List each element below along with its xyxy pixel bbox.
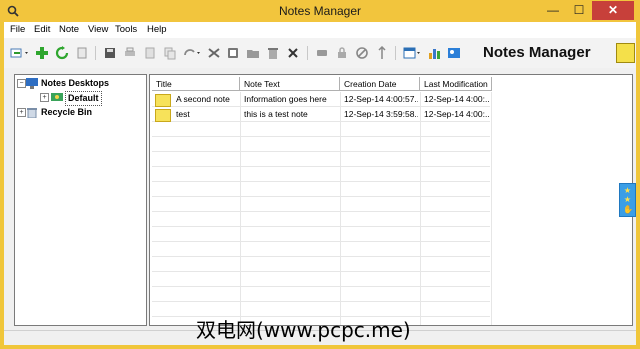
toolbar: Notes Manager: [4, 38, 636, 69]
table-cell-modified[interactable]: 12-Sep-14 4:00:...: [424, 107, 490, 121]
menu-bar: File Edit Note View Tools Help: [4, 22, 636, 38]
print-icon[interactable]: [123, 46, 137, 60]
client-area: − Notes Desktops + Default + Recycle Bin…: [4, 68, 636, 330]
desktop-icon: [26, 78, 38, 89]
copy-icon[interactable]: [75, 46, 89, 60]
desktop-tree: − Notes Desktops + Default + Recycle Bin: [14, 74, 147, 326]
add-note-icon[interactable]: [35, 46, 49, 60]
grid-line: [152, 301, 490, 302]
grid-line: [152, 136, 490, 137]
tree-expand-toggle-recycle[interactable]: +: [17, 108, 26, 117]
tree-item-default[interactable]: Default: [65, 91, 102, 106]
paste-icon[interactable]: [143, 46, 157, 60]
grid-line: [240, 92, 241, 325]
grid-line: [152, 286, 490, 287]
note-icon: [155, 94, 171, 107]
grid-line: [152, 241, 490, 242]
menu-help[interactable]: Help: [147, 24, 167, 35]
grid-line: [340, 92, 341, 325]
brand-logo: [616, 43, 635, 63]
menu-tools[interactable]: Tools: [115, 24, 137, 35]
table-cell-title[interactable]: test: [176, 107, 238, 121]
star-icon[interactable]: ★: [623, 195, 632, 204]
sort-icon[interactable]: [375, 46, 389, 60]
grid-line: [152, 256, 490, 257]
tree-collapse-toggle[interactable]: −: [17, 79, 26, 88]
grid-line: [152, 166, 490, 167]
column-header-creation-date[interactable]: Creation Date: [340, 77, 420, 91]
settings-icon[interactable]: [355, 46, 369, 60]
hand-pointer-icon[interactable]: ✋: [623, 205, 633, 214]
minimize-button[interactable]: —: [540, 1, 566, 20]
calendar-dropdown-icon[interactable]: [403, 46, 421, 60]
stop-icon[interactable]: [226, 46, 240, 60]
notes-grid: Title Note Text Creation Date Last Modif…: [149, 74, 633, 326]
chart-icon[interactable]: [427, 46, 441, 60]
desktop-default-icon: [51, 93, 63, 101]
new-desktop-dropdown-icon[interactable]: [10, 46, 30, 60]
grid-line: [152, 121, 490, 122]
redo-dropdown-icon[interactable]: [183, 46, 201, 60]
grid-line: [152, 196, 490, 197]
tree-item-notes-desktops[interactable]: Notes Desktops: [41, 77, 109, 90]
side-toolbar[interactable]: ★ ★ ✋: [619, 183, 636, 217]
maximize-button[interactable]: ☐: [566, 1, 592, 20]
column-header-last-modification[interactable]: Last Modification: [420, 77, 492, 91]
tree-item-recycle-bin[interactable]: Recycle Bin: [41, 106, 92, 119]
delete-icon[interactable]: [286, 46, 300, 60]
save-icon[interactable]: [103, 46, 117, 60]
table-cell-title[interactable]: A second note: [176, 92, 238, 106]
grid-line: [152, 211, 490, 212]
tree-expand-toggle[interactable]: +: [40, 93, 49, 102]
toolbar-separator: [307, 46, 308, 60]
menu-view[interactable]: View: [88, 24, 108, 35]
duplicate-icon[interactable]: [163, 46, 177, 60]
table-cell-created[interactable]: 12-Sep-14 3:59:58...: [344, 107, 418, 121]
menu-note[interactable]: Note: [59, 24, 79, 35]
refresh-icon[interactable]: [55, 46, 69, 60]
grid-line: [152, 271, 490, 272]
star-icon[interactable]: ★: [623, 186, 632, 195]
table-cell-modified[interactable]: 12-Sep-14 4:00:...: [424, 92, 490, 106]
watermark: 双电网(www.pcpc.me): [196, 318, 411, 342]
picture-icon[interactable]: [447, 46, 461, 60]
table-cell-note-text[interactable]: Information goes here: [244, 92, 338, 106]
grid-line: [152, 181, 490, 182]
lock-icon[interactable]: [335, 46, 349, 60]
grid-line: [152, 151, 490, 152]
recycle-bin-icon: [27, 108, 37, 118]
grid-line: [420, 92, 421, 325]
menu-edit[interactable]: Edit: [34, 24, 50, 35]
toolbar-separator: [95, 46, 96, 60]
toolbar-separator: [395, 46, 396, 60]
table-cell-note-text[interactable]: this is a test note: [244, 107, 338, 121]
table-cell-created[interactable]: 12-Sep-14 4:00:57...: [344, 92, 418, 106]
grid-line: [491, 92, 492, 325]
brand-title: Notes Manager: [483, 44, 591, 61]
column-header-title[interactable]: Title: [152, 77, 240, 91]
title-bar: Notes Manager — ☐ ✕: [0, 0, 640, 22]
note-icon: [155, 109, 171, 122]
folder-icon[interactable]: [246, 46, 260, 60]
menu-file[interactable]: File: [10, 24, 25, 35]
grid-line: [152, 226, 490, 227]
close-button[interactable]: ✕: [592, 1, 634, 20]
column-header-note-text[interactable]: Note Text: [240, 77, 340, 91]
minimize-note-icon[interactable]: [315, 46, 329, 60]
restore-icon[interactable]: [207, 46, 221, 60]
trash-icon[interactable]: [266, 46, 280, 60]
